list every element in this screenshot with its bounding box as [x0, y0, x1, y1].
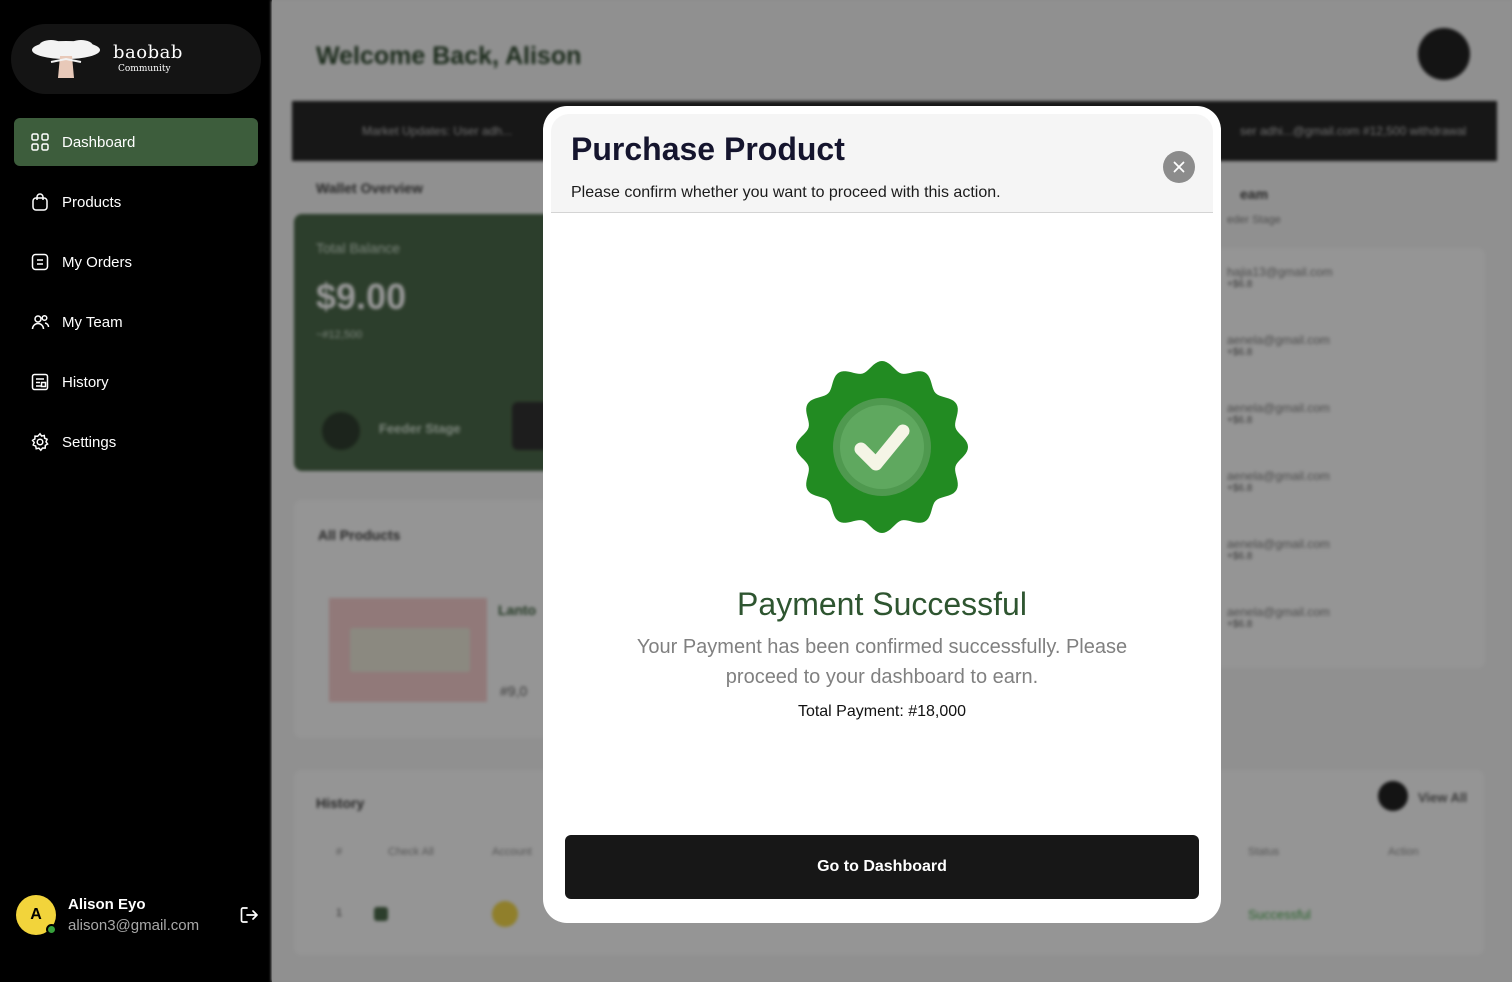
sidebar-item-my-orders[interactable]: My Orders	[14, 238, 258, 286]
sidebar-item-label: Dashboard	[62, 133, 136, 151]
sidebar-item-label: Products	[62, 193, 122, 211]
sidebar-item-label: My Team	[62, 313, 123, 331]
sidebar-item-dashboard[interactable]: Dashboard	[14, 118, 258, 166]
success-badge-icon	[796, 361, 968, 533]
bag-icon	[32, 193, 48, 211]
online-status-dot	[46, 924, 57, 935]
team-icon	[31, 314, 50, 330]
baobab-tree-icon	[32, 40, 100, 78]
gear-icon	[31, 432, 49, 452]
logout-icon[interactable]	[238, 904, 260, 926]
sidebar-item-settings[interactable]: Settings	[14, 418, 258, 466]
sidebar-item-label: History	[62, 373, 109, 391]
modal-title: Purchase Product	[571, 131, 845, 167]
history-icon	[31, 373, 49, 391]
purchase-product-modal: Purchase Product Please confirm whether …	[543, 106, 1221, 923]
payment-success-title: Payment Successful	[737, 586, 1027, 622]
sidebar-item-label: Settings	[62, 433, 117, 451]
modal-header: Purchase Product Please confirm whether …	[551, 114, 1213, 213]
brand-tagline: Community	[118, 64, 171, 74]
user-email: alison3@gmail.com	[68, 917, 200, 934]
sidebar-item-label: My Orders	[62, 253, 133, 271]
close-button[interactable]	[1163, 151, 1195, 183]
sidebar: baobab Community Dashboard Products My O…	[0, 0, 272, 982]
brand-name: baobab	[113, 42, 183, 63]
sidebar-item-products[interactable]: Products	[14, 178, 258, 226]
payment-success-message: Your Payment has been confirmed successf…	[636, 636, 1128, 688]
go-to-dashboard-button[interactable]: Go to Dashboard	[565, 835, 1199, 899]
total-payment: Total Payment: #18,000	[797, 703, 967, 720]
sidebar-item-history[interactable]: History	[14, 358, 258, 406]
sidebar-item-my-team[interactable]: My Team	[14, 298, 258, 346]
orders-icon	[31, 253, 49, 271]
user-name: Alison Eyo	[68, 896, 146, 913]
brand-logo[interactable]: baobab Community	[11, 24, 261, 94]
close-icon	[1173, 161, 1185, 173]
grid-icon	[31, 133, 49, 151]
modal-subtitle: Please confirm whether you want to proce…	[571, 184, 1001, 201]
